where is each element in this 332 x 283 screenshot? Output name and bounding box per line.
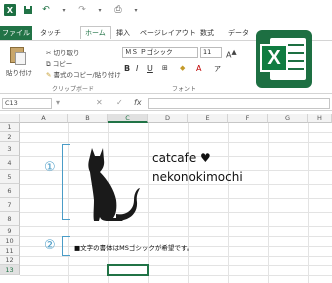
customize-qat-icon[interactable]: ▾ bbox=[130, 4, 142, 16]
paintbrush-icon: ✎ bbox=[46, 71, 52, 79]
row-header-10[interactable]: 10 bbox=[0, 236, 20, 246]
format-painter-button[interactable]: ✎ 書式のコピー/貼り付け bbox=[46, 69, 121, 79]
select-all-corner[interactable] bbox=[0, 114, 20, 123]
row-header-3[interactable]: 3 bbox=[0, 142, 20, 156]
excel-app-icon: X bbox=[4, 4, 16, 16]
row-header-1[interactable]: 1 bbox=[0, 123, 20, 132]
cut-label: 切り取り bbox=[53, 49, 80, 57]
quick-access-toolbar: X ↶ ▾ ↷ ▾ ⎙ ▾ bbox=[4, 4, 142, 16]
cafe-name-line2: nekonokimochi bbox=[152, 170, 243, 184]
grid-line bbox=[188, 123, 189, 283]
dropdown-chevron-icon[interactable]: ▾ bbox=[58, 4, 70, 16]
underline-button[interactable]: U bbox=[147, 64, 153, 73]
increase-font-icon[interactable]: A▲ bbox=[226, 48, 237, 60]
grid-line bbox=[20, 132, 332, 133]
enter-icon[interactable]: ✓ bbox=[116, 98, 123, 107]
copy-label: コピー bbox=[52, 60, 73, 68]
undo-icon[interactable]: ↶ bbox=[40, 4, 52, 16]
borders-icon[interactable]: ⊞ bbox=[162, 64, 168, 72]
scissors-icon: ✂ bbox=[46, 49, 52, 57]
cancel-icon[interactable]: ✕ bbox=[96, 98, 103, 107]
name-box[interactable]: C13 bbox=[2, 98, 52, 109]
copy-button[interactable]: ⧉ コピー bbox=[46, 58, 72, 69]
font-color-icon[interactable]: A bbox=[196, 64, 201, 73]
fill-color-icon[interactable]: ◆ bbox=[180, 64, 185, 72]
grid-line bbox=[20, 275, 332, 276]
paste-icon[interactable] bbox=[10, 47, 26, 65]
grid-line bbox=[268, 123, 269, 283]
column-header-h[interactable]: H bbox=[308, 114, 332, 123]
dropdown-chevron-icon[interactable]: ▾ bbox=[94, 4, 106, 16]
column-header-d[interactable]: D bbox=[148, 114, 188, 123]
column-header-b[interactable]: B bbox=[68, 114, 108, 123]
row-header-8[interactable]: 8 bbox=[0, 212, 20, 226]
grid-line bbox=[20, 265, 332, 266]
row-header-12[interactable]: 12 bbox=[0, 256, 20, 265]
grid-line bbox=[148, 123, 149, 283]
cafe-name-line1: catcafe ♥ bbox=[152, 151, 211, 165]
marker-2: ② bbox=[44, 238, 56, 253]
grid-line bbox=[20, 142, 332, 143]
name-box-dropdown-icon[interactable]: ▾ bbox=[56, 98, 60, 107]
row-header-9[interactable]: 9 bbox=[0, 226, 20, 236]
excel-logo: X bbox=[256, 30, 312, 88]
save-icon[interactable] bbox=[22, 4, 34, 16]
tab-touch[interactable]: タッチ bbox=[40, 28, 61, 38]
bracket-2 bbox=[62, 236, 70, 256]
font-group-label: フォント bbox=[172, 86, 197, 93]
row-header-7[interactable]: 7 bbox=[0, 198, 20, 212]
format-painter-label: 書式のコピー/貼り付け bbox=[53, 71, 121, 79]
clipboard-group-label: クリップボード bbox=[52, 86, 95, 93]
copy-icon: ⧉ bbox=[46, 60, 51, 68]
cut-button[interactable]: ✂ 切り取り bbox=[46, 47, 80, 57]
row-header-2[interactable]: 2 bbox=[0, 132, 20, 142]
formula-bar: C13 ▾ ✕ ✓ fx bbox=[0, 97, 332, 111]
grid-line bbox=[228, 123, 229, 283]
tab-home[interactable]: ホーム bbox=[80, 26, 111, 39]
tab-data[interactable]: データ bbox=[228, 28, 249, 38]
tab-file[interactable]: ファイル bbox=[0, 26, 32, 40]
italic-button[interactable]: I bbox=[136, 64, 138, 73]
bracket-1 bbox=[62, 144, 70, 220]
tab-formulas[interactable]: 数式 bbox=[200, 28, 214, 38]
column-header-f[interactable]: F bbox=[228, 114, 268, 123]
grid-line bbox=[20, 226, 332, 227]
cat-silhouette-image bbox=[88, 148, 140, 221]
tab-insert[interactable]: 挿入 bbox=[116, 28, 130, 38]
tab-page-layout[interactable]: ページレイアウト bbox=[140, 28, 196, 38]
column-header-a[interactable]: A bbox=[20, 114, 68, 123]
row-header-11[interactable]: 11 bbox=[0, 246, 20, 256]
column-header-e[interactable]: E bbox=[188, 114, 228, 123]
marker-1: ① bbox=[44, 160, 56, 175]
redo-icon[interactable]: ↷ bbox=[76, 4, 88, 16]
row-header-13[interactable]: 13 bbox=[0, 265, 20, 275]
grid-line bbox=[308, 123, 309, 283]
bold-button[interactable]: B bbox=[124, 64, 130, 73]
formula-input[interactable] bbox=[148, 98, 330, 109]
font-size-select[interactable]: 11 bbox=[200, 47, 222, 58]
text-direction-icon[interactable]: ア bbox=[214, 64, 221, 74]
worksheet-grid[interactable]: A B C D E F G H 1 2 3 4 5 6 7 8 9 10 11 … bbox=[0, 114, 332, 283]
paste-button[interactable]: 貼り付け bbox=[6, 67, 32, 77]
excel-x-icon: X bbox=[260, 44, 288, 72]
row-header-4[interactable]: 4 bbox=[0, 156, 20, 170]
selected-cell[interactable] bbox=[107, 264, 149, 276]
font-request-note: ■文字の書体はMSゴシックが希望です。 bbox=[74, 244, 194, 252]
print-preview-icon[interactable]: ⎙ bbox=[112, 4, 124, 16]
title-bar: X ↶ ▾ ↷ ▾ ⎙ ▾ bbox=[0, 0, 332, 24]
row-header-6[interactable]: 6 bbox=[0, 184, 20, 198]
row-header-5[interactable]: 5 bbox=[0, 170, 20, 184]
column-header-g[interactable]: G bbox=[268, 114, 308, 123]
insert-function-icon[interactable]: fx bbox=[134, 98, 142, 107]
grid-line bbox=[20, 256, 332, 257]
column-header-c[interactable]: C bbox=[108, 114, 148, 123]
font-name-select[interactable]: ＭＳ Ｐゴシック bbox=[122, 47, 198, 58]
